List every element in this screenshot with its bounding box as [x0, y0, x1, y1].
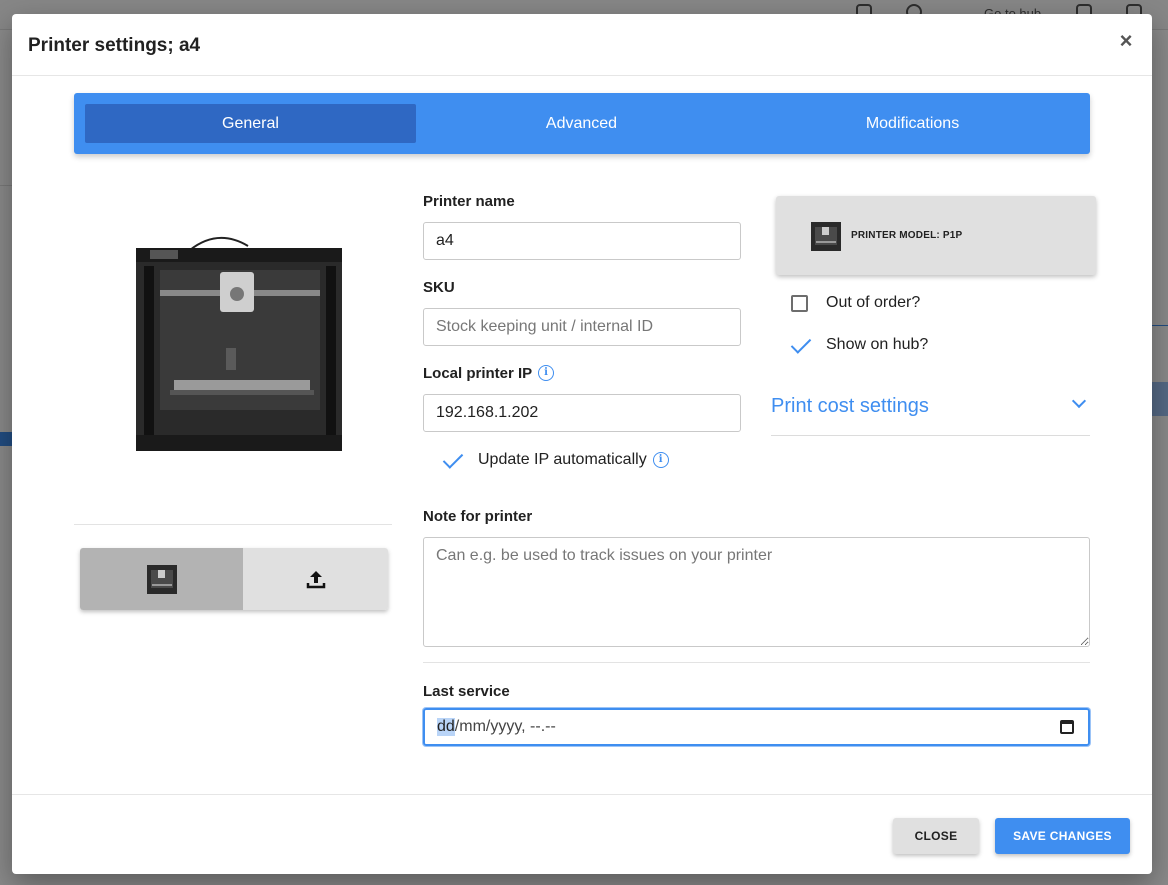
- section-divider: [423, 662, 1090, 663]
- note-label: Note for printer: [423, 508, 533, 525]
- out-of-order-label: Out of order?: [826, 294, 921, 311]
- image-source-toggle: [80, 548, 388, 610]
- default-model-image-option[interactable]: [80, 548, 243, 610]
- dialog-footer: CLOSE SAVE CHANGES: [12, 794, 1152, 874]
- printer-model-label: PRINTER MODEL: P1P: [851, 230, 963, 241]
- tab-advanced[interactable]: Advanced: [416, 104, 747, 143]
- sku-input[interactable]: [423, 308, 741, 346]
- print-cost-settings-expander[interactable]: Print cost settings: [771, 390, 1090, 436]
- info-icon[interactable]: i: [652, 452, 669, 468]
- info-icon[interactable]: i: [538, 365, 554, 381]
- checkmark-icon: [788, 333, 812, 357]
- sku-label: SKU: [423, 279, 455, 296]
- out-of-order-checkbox[interactable]: Out of order?: [788, 294, 920, 312]
- note-textarea[interactable]: [423, 537, 1090, 647]
- upload-image-button[interactable]: [243, 548, 388, 610]
- show-on-hub-label: Show on hub?: [826, 336, 929, 353]
- calendar-icon[interactable]: [1060, 720, 1074, 734]
- printer-thumbnail-icon: [146, 565, 177, 594]
- print-cost-settings-title: Print cost settings: [771, 395, 929, 417]
- printer-name-label: Printer name: [423, 193, 515, 210]
- close-button[interactable]: CLOSE: [893, 818, 979, 854]
- date-rest-segment: /mm/yyyy, --.--: [454, 718, 556, 735]
- tab-general[interactable]: General: [85, 104, 416, 143]
- last-service-label: Last service: [423, 683, 510, 700]
- tab-modifications[interactable]: Modifications: [747, 104, 1078, 143]
- checkmark-icon: [440, 448, 464, 472]
- printer-settings-dialog: Printer settings; a4 × General Advanced …: [12, 14, 1152, 874]
- update-ip-checkbox[interactable]: Update IP automatically i: [440, 448, 669, 472]
- update-ip-label: Update IP automatically: [478, 451, 647, 468]
- close-icon[interactable]: ×: [1114, 29, 1138, 53]
- local-ip-input[interactable]: [423, 394, 741, 432]
- checkbox-icon: [791, 294, 808, 312]
- settings-tabs: General Advanced Modifications: [74, 93, 1090, 154]
- upload-icon: [306, 571, 325, 589]
- last-service-date-input[interactable]: dd /mm/yyyy, --.--: [423, 708, 1090, 746]
- image-divider: [74, 524, 392, 525]
- printer-name-input[interactable]: [423, 222, 741, 260]
- printer-model-button[interactable]: PRINTER MODEL: P1P: [776, 196, 1096, 275]
- chevron-down-icon: [1071, 393, 1087, 409]
- date-day-segment: dd: [437, 718, 455, 736]
- dialog-header: Printer settings; a4 ×: [12, 14, 1152, 76]
- local-ip-label: Local printer IP: [423, 365, 533, 382]
- printer-model-thumbnail: [811, 221, 841, 251]
- dialog-title: Printer settings; a4: [28, 35, 201, 56]
- save-changes-button[interactable]: SAVE CHANGES: [995, 818, 1130, 854]
- show-on-hub-checkbox[interactable]: Show on hub?: [788, 333, 928, 357]
- printer-image: [136, 236, 342, 451]
